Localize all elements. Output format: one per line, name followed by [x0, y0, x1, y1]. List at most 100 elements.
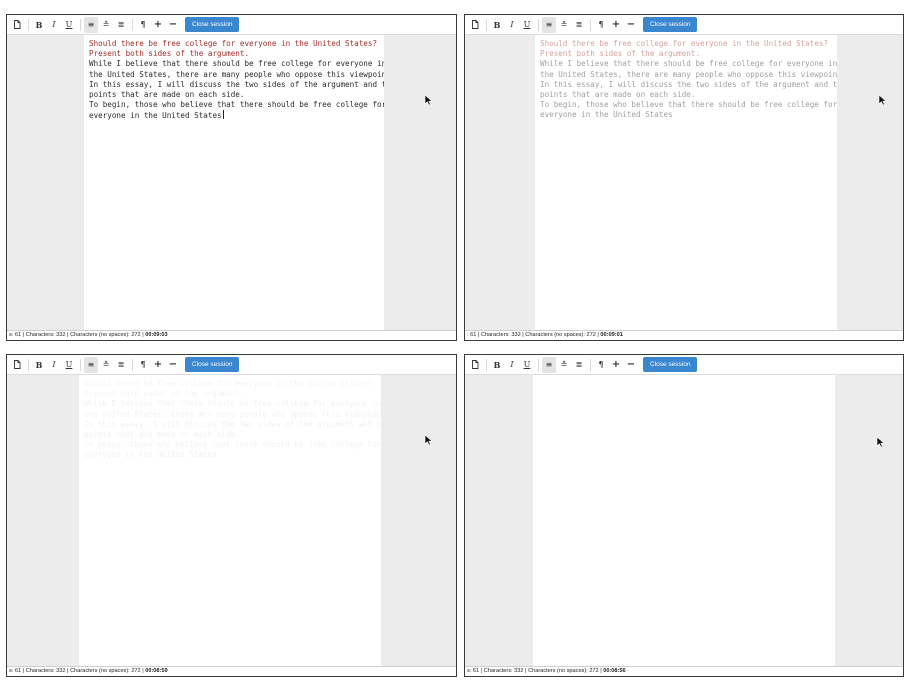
- essay-line: everyone in the United States: [89, 110, 224, 121]
- align-justify-button[interactable]: ≣: [572, 357, 586, 373]
- paragraph-button[interactable]: ¶: [594, 357, 608, 373]
- close-session-button[interactable]: Close session: [185, 17, 240, 32]
- character-count-no-spaces: Characters (no spaces): 272 |: [70, 668, 146, 674]
- mouse-pointer-icon: [424, 93, 434, 106]
- editor-area: Should there be free college for everyon…: [7, 375, 456, 666]
- copy-document-icon[interactable]: [10, 357, 24, 373]
- essay-line: In this essay, I will discuss the two si…: [540, 79, 837, 89]
- document-content: Should there be free college for everyon…: [84, 379, 381, 461]
- word-count: s: 61 |: [9, 332, 26, 338]
- close-session-button[interactable]: Close session: [643, 17, 698, 32]
- italic-button[interactable]: I: [505, 357, 519, 373]
- character-count-no-spaces: Characters (no spaces): 272 |: [525, 332, 601, 338]
- align-justify-button[interactable]: ≣: [572, 17, 586, 33]
- character-count: Characters: 332 |: [483, 668, 529, 674]
- status-bar: s: 61 | Characters: 332 | Characters (no…: [465, 666, 903, 676]
- document-text-area[interactable]: Should there be free college for everyon…: [84, 35, 384, 330]
- document-text-area[interactable]: Should there be free college for everyon…: [533, 375, 835, 666]
- increase-font-button[interactable]: +: [151, 17, 165, 33]
- underline-button[interactable]: U: [520, 357, 534, 373]
- copy-document-icon[interactable]: [10, 17, 24, 33]
- bold-button[interactable]: B: [32, 357, 46, 373]
- bold-button[interactable]: B: [32, 17, 46, 33]
- align-left-button[interactable]: ≡: [542, 356, 556, 373]
- align-left-button[interactable]: ≡: [84, 356, 98, 373]
- prompt-line: Present both sides of the argument.: [538, 389, 830, 399]
- align-justify-button[interactable]: ≣: [114, 357, 128, 373]
- prompt-line: Should there be free college for everyon…: [538, 379, 830, 389]
- editor-panel-bottom-left: B I U ≡ ≛ ≣ ¶ + − Close session Should there be fr…: [6, 354, 457, 677]
- word-count: s: 61 |: [9, 668, 26, 674]
- session-timer: 00:08:59: [145, 668, 168, 674]
- status-bar: : 61 | Characters: 332 | Characters (no …: [465, 330, 903, 340]
- close-session-button[interactable]: Close session: [643, 357, 698, 372]
- editor-area: Should there be free college for everyon…: [7, 35, 456, 330]
- paragraph-button[interactable]: ¶: [136, 357, 150, 373]
- paragraph-button[interactable]: ¶: [136, 17, 150, 33]
- toolbar-divider: [132, 358, 133, 371]
- essay-line: While I believe that there should be fre…: [540, 59, 837, 69]
- essay-line: To begin, those who believe that there s…: [538, 440, 830, 450]
- increase-font-button[interactable]: +: [151, 357, 165, 373]
- mouse-pointer-icon: [424, 433, 434, 446]
- toolbar-divider: [538, 358, 539, 371]
- word-count: s: 61 |: [467, 668, 484, 674]
- paragraph-button[interactable]: ¶: [594, 17, 608, 33]
- align-center-button[interactable]: ≛: [557, 357, 571, 373]
- essay-line: While I believe that there should be fre…: [89, 59, 384, 69]
- bold-button[interactable]: B: [490, 17, 504, 33]
- status-bar: s: 61 | Characters: 332 | Characters (no…: [7, 666, 456, 676]
- underline-button[interactable]: U: [62, 357, 76, 373]
- decrease-font-button[interactable]: −: [624, 357, 638, 373]
- document-content: Should there be free college for everyon…: [540, 39, 837, 121]
- prompt-line: Present both sides of the argument.: [540, 49, 701, 59]
- align-center-button[interactable]: ≛: [557, 17, 571, 33]
- session-timer: 00:09:01: [600, 332, 623, 338]
- align-left-button[interactable]: ≡: [84, 16, 98, 33]
- align-left-button[interactable]: ≡: [542, 16, 556, 33]
- character-count-no-spaces: Characters (no spaces): 272 |: [528, 668, 604, 674]
- editor-area: Should there be free college for everyon…: [465, 35, 903, 330]
- essay-line: points that are made on each side.: [84, 430, 240, 440]
- align-justify-button[interactable]: ≣: [114, 17, 128, 33]
- status-bar: s: 61 | Characters: 332 | Characters (no…: [7, 330, 456, 340]
- increase-font-button[interactable]: +: [609, 357, 623, 373]
- document-text-area[interactable]: Should there be free college for everyon…: [79, 375, 381, 666]
- copy-document-icon[interactable]: [468, 17, 482, 33]
- essay-line: points that are made on each side.: [538, 430, 830, 440]
- bold-button[interactable]: B: [490, 357, 504, 373]
- essay-line: While I believe that there should be fre…: [538, 399, 830, 409]
- italic-button[interactable]: I: [47, 357, 61, 373]
- toolbar-divider: [132, 18, 133, 31]
- close-session-button[interactable]: Close session: [185, 357, 240, 372]
- align-center-button[interactable]: ≛: [99, 17, 113, 33]
- essay-line: In this essay, I will discuss the two si…: [84, 419, 381, 429]
- document-text-area[interactable]: Should there be free college for everyon…: [535, 35, 837, 330]
- increase-font-button[interactable]: +: [609, 17, 623, 33]
- decrease-font-button[interactable]: −: [166, 17, 180, 33]
- copy-document-icon[interactable]: [468, 357, 482, 373]
- editor-toolbar: B I U ≡ ≛ ≣ ¶ + − Close session: [7, 15, 456, 35]
- toolbar-divider: [486, 18, 487, 31]
- essay-line: everyone in the United States: [538, 450, 830, 460]
- essay-line: the United States, there are many people…: [89, 69, 384, 79]
- editor-panel-top-right: B I U ≡ ≛ ≣ ¶ + − Close session Should there be fr…: [464, 14, 904, 341]
- align-center-button[interactable]: ≛: [99, 357, 113, 373]
- underline-button[interactable]: U: [520, 17, 534, 33]
- decrease-font-button[interactable]: −: [624, 17, 638, 33]
- toolbar-divider: [80, 358, 81, 371]
- prompt-line: Should there be free college for everyon…: [89, 39, 378, 48]
- prompt-line: Should there be free college for everyon…: [540, 39, 829, 48]
- italic-button[interactable]: I: [505, 17, 519, 33]
- character-count: Characters: 332 |: [25, 668, 71, 674]
- underline-button[interactable]: U: [62, 17, 76, 33]
- toolbar-divider: [486, 358, 487, 371]
- decrease-font-button[interactable]: −: [166, 357, 180, 373]
- italic-button[interactable]: I: [47, 17, 61, 33]
- toolbar-divider: [590, 18, 591, 31]
- essay-line: the United States, there are many people…: [84, 409, 381, 419]
- prompt-line: Present both sides of the argument.: [84, 389, 245, 399]
- document-content: Should there be free college for everyon…: [89, 39, 384, 122]
- essay-line: While I believe that there should be fre…: [84, 399, 381, 409]
- session-timer: 00:08:56: [603, 668, 626, 674]
